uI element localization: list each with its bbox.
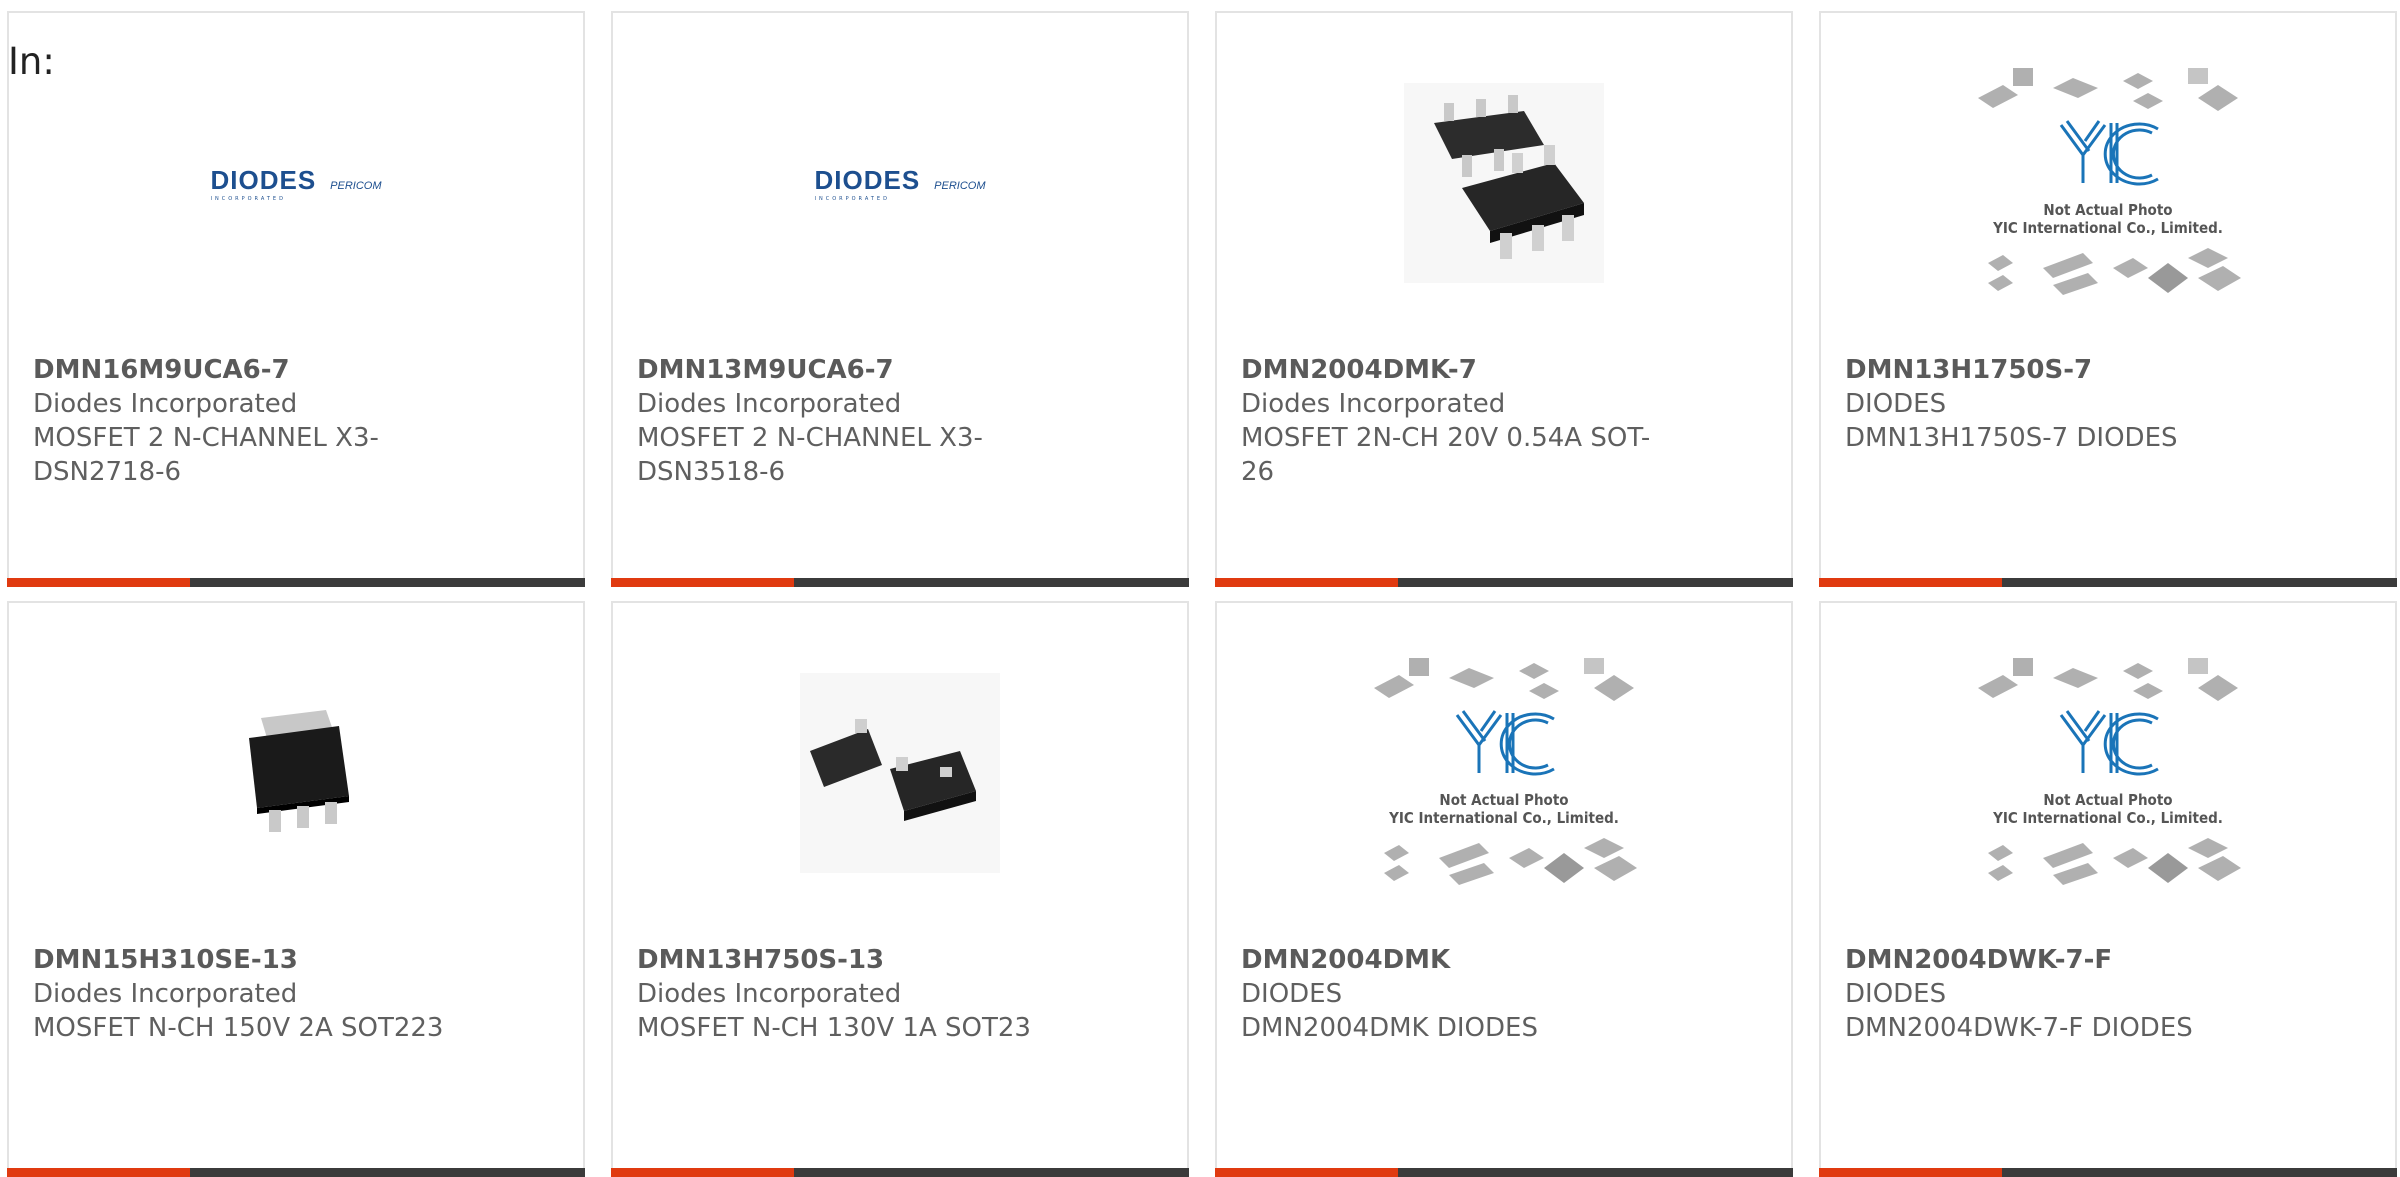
yic-placeholder-image: Not Actual Photo YIC International Co., … xyxy=(1978,658,2241,885)
product-card[interactable]: DMN2004DMK-7 Diodes Incorporated MOSFET … xyxy=(1215,11,1793,587)
footer-bar xyxy=(794,578,1189,587)
manufacturer: Diodes Incorporated xyxy=(637,979,902,1009)
svg-text:Not Actual Photo: Not Actual Photo xyxy=(1439,791,1568,809)
description: MOSFET N-CH 150V 2A SOT223 xyxy=(33,1013,444,1043)
svg-text:Not Actual Photo: Not Actual Photo xyxy=(2043,201,2172,219)
manufacturer: Diodes Incorporated xyxy=(637,389,902,419)
svg-text:YIC International Co., Limited: YIC International Co., Limited. xyxy=(1992,809,2223,827)
manufacturer: Diodes Incorporated xyxy=(1241,389,1506,419)
product-card[interactable]: DIODES PERICOM INCORPORATED DMN16M9UCA6-7… xyxy=(7,11,585,587)
svg-text:YIC International Co., Limited: YIC International Co., Limited. xyxy=(1388,809,1619,827)
footer-bar xyxy=(1398,1168,1793,1177)
footer-bar xyxy=(794,1168,1189,1177)
svg-text:Not Actual Photo: Not Actual Photo xyxy=(2043,791,2172,809)
manufacturer: DIODES xyxy=(1845,979,1947,1009)
part-number[interactable]: DMN2004DMK xyxy=(1241,943,1661,977)
diodes-pericom-logo: DIODES PERICOM INCORPORATED xyxy=(814,164,986,202)
part-number[interactable]: DMN13M9UCA6-7 xyxy=(637,353,1057,387)
footer-bar xyxy=(1398,578,1793,587)
product-card[interactable]: DMN15H310SE-13 Diodes Incorporated MOSFE… xyxy=(7,601,585,1177)
footer-bar xyxy=(190,1168,585,1177)
sot26-chip-image xyxy=(1404,83,1604,283)
product-image: Not Actual Photo YIC International Co., … xyxy=(1821,643,2395,903)
product-image: DIODES PERICOM INCORPORATED xyxy=(9,53,583,313)
accent-bar xyxy=(1215,1168,1398,1177)
part-number[interactable]: DMN15H310SE-13 xyxy=(33,943,453,977)
part-number[interactable]: DMN13H1750S-7 xyxy=(1845,353,2265,387)
description: DMN2004DMK DIODES xyxy=(1241,1013,1538,1043)
description: MOSFET 2 N-CHANNEL X3-DSN2718-6 xyxy=(33,423,379,487)
accent-bar xyxy=(1819,1168,2002,1177)
description: DMN13H1750S-7 DIODES xyxy=(1845,423,2178,453)
product-card[interactable]: DIODES PERICOM INCORPORATED DMN13M9UCA6-7… xyxy=(611,11,1189,587)
product-image xyxy=(613,643,1187,903)
accent-bar xyxy=(7,1168,190,1177)
part-number[interactable]: DMN16M9UCA6-7 xyxy=(33,353,453,387)
footer-bar xyxy=(190,578,585,587)
product-image xyxy=(1217,53,1791,313)
filter-label: In: xyxy=(8,40,55,83)
accent-bar xyxy=(611,578,794,587)
yic-placeholder-image: Not Actual Photo YIC International Co., … xyxy=(1374,658,1637,885)
product-card[interactable]: DMN13H750S-13 Diodes Incorporated MOSFET… xyxy=(611,601,1189,1177)
manufacturer: DIODES xyxy=(1241,979,1343,1009)
diodes-pericom-logo: DIODES PERICOM INCORPORATED xyxy=(210,164,382,202)
description: DMN2004DWK-7-F DIODES xyxy=(1845,1013,2193,1043)
footer-bar xyxy=(2002,1168,2397,1177)
accent-bar xyxy=(1215,578,1398,587)
product-image: Not Actual Photo YIC International Co., … xyxy=(1821,53,2395,313)
product-image: DIODES PERICOM INCORPORATED xyxy=(613,53,1187,313)
product-image: Not Actual Photo YIC International Co., … xyxy=(1217,643,1791,903)
part-number[interactable]: DMN2004DMK-7 xyxy=(1241,353,1661,387)
product-image xyxy=(9,643,583,903)
product-card[interactable]: Not Actual Photo YIC International Co., … xyxy=(1819,11,2397,587)
product-card[interactable]: Not Actual Photo YIC International Co., … xyxy=(1819,601,2397,1177)
accent-bar xyxy=(1819,578,2002,587)
footer-bar xyxy=(2002,578,2397,587)
sot23-chip-image xyxy=(800,673,1000,873)
svg-text:YIC International Co., Limited: YIC International Co., Limited. xyxy=(1992,219,2223,237)
manufacturer: DIODES xyxy=(1845,389,1947,419)
manufacturer: Diodes Incorporated xyxy=(33,389,298,419)
sot223-chip-image xyxy=(249,710,349,832)
yic-placeholder-image: Not Actual Photo YIC International Co., … xyxy=(1978,68,2241,295)
accent-bar xyxy=(611,1168,794,1177)
accent-bar xyxy=(7,578,190,587)
description: MOSFET 2N-CH 20V 0.54A SOT-26 xyxy=(1241,423,1651,487)
part-number[interactable]: DMN13H750S-13 xyxy=(637,943,1057,977)
product-card[interactable]: Not Actual Photo YIC International Co., … xyxy=(1215,601,1793,1177)
part-number[interactable]: DMN2004DWK-7-F xyxy=(1845,943,2265,977)
description: MOSFET N-CH 130V 1A SOT23 xyxy=(637,1013,1031,1043)
description: MOSFET 2 N-CHANNEL X3-DSN3518-6 xyxy=(637,423,983,487)
manufacturer: Diodes Incorporated xyxy=(33,979,298,1009)
